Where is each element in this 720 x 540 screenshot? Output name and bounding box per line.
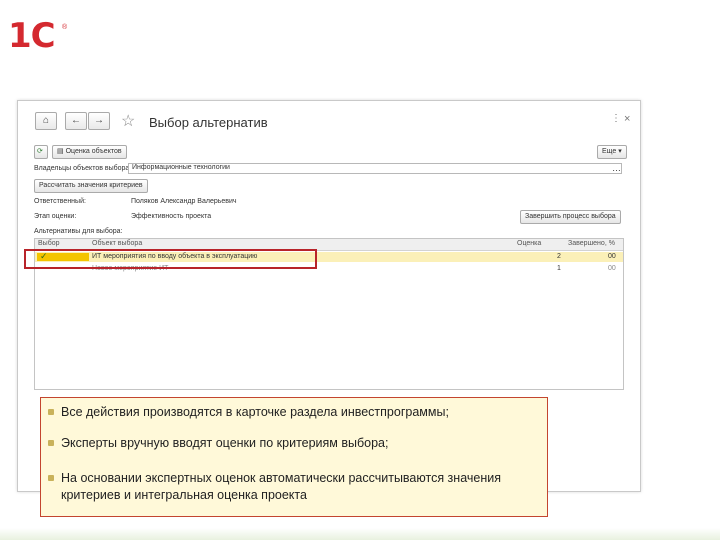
- owners-field[interactable]: Информационные технологии: [128, 163, 622, 174]
- home-icon: ⌂: [42, 115, 50, 126]
- star-icon[interactable]: ☆: [121, 111, 135, 131]
- note-item: На основании экспертных оценок автоматич…: [48, 470, 541, 504]
- more-icon[interactable]: ⋮: [611, 113, 621, 124]
- footer-band: [0, 528, 720, 540]
- objects-evaluation-label: Оценка объектов: [65, 148, 122, 155]
- arrow-left-icon: ←: [71, 115, 81, 126]
- score-cell: 2: [557, 253, 561, 260]
- alternatives-label: Альтернативы для выбора:: [34, 228, 123, 235]
- note-text: На основании экспертных оценок автоматич…: [61, 471, 501, 502]
- column-header-object[interactable]: Объект выбора: [92, 240, 142, 247]
- responsible-value: Поляков Александр Валерьевич: [131, 198, 237, 205]
- note-text: Все действия производятся в карточке раз…: [61, 405, 449, 419]
- select-icon[interactable]: …: [612, 163, 621, 173]
- logo-text: 1С: [8, 16, 56, 56]
- close-icon[interactable]: ×: [624, 113, 630, 125]
- objects-evaluation-button[interactable]: ▤ Оценка объектов: [52, 145, 127, 159]
- bullet-icon: [48, 475, 54, 481]
- column-header-score[interactable]: Оценка: [517, 240, 541, 247]
- logo-registered-mark: ®: [62, 24, 68, 31]
- score-cell: 1: [557, 265, 561, 272]
- note-item: Эксперты вручную вводят оценки по критер…: [48, 435, 541, 452]
- recalc-criteria-label: Рассчитать значения критериев: [39, 182, 143, 189]
- note-item: Все действия производятся в карточке раз…: [48, 404, 541, 421]
- more-actions-label: Еще: [602, 148, 617, 155]
- stage-label: Этап оценки:: [34, 213, 77, 220]
- finish-selection-button[interactable]: Завершить процесс выбора: [520, 210, 621, 224]
- arrow-right-icon: →: [94, 115, 104, 126]
- back-button[interactable]: ←: [65, 112, 87, 130]
- recalc-criteria-button[interactable]: Рассчитать значения критериев: [34, 179, 148, 193]
- stage-value: Эффективность проекта: [131, 213, 212, 220]
- column-header-choice[interactable]: Выбор: [38, 240, 60, 247]
- done-cell: 00: [608, 253, 616, 260]
- home-button[interactable]: ⌂: [35, 112, 57, 130]
- column-header-done[interactable]: Завершено, %: [568, 240, 615, 247]
- owners-label: Владельцы объектов выбора:: [34, 165, 132, 172]
- note-text: Эксперты вручную вводят оценки по критер…: [61, 436, 389, 450]
- window-title: Выбор альтернатив: [149, 115, 268, 130]
- report-icon: ▤: [57, 148, 66, 155]
- notes-callout: Все действия производятся в карточке раз…: [40, 397, 548, 517]
- forward-button[interactable]: →: [88, 112, 110, 130]
- bullet-icon: [48, 440, 54, 446]
- bullet-icon: [48, 409, 54, 415]
- responsible-label: Ответственный:: [34, 198, 86, 205]
- owners-value: Информационные технологии: [132, 164, 230, 171]
- refresh-icon: ⟳: [37, 148, 43, 155]
- finish-selection-label: Завершить процесс выбора: [525, 213, 616, 220]
- done-cell: 00: [608, 265, 616, 272]
- more-actions-button[interactable]: Еще ▾: [597, 145, 627, 159]
- highlight-frame: [24, 249, 317, 269]
- refresh-button[interactable]: ⟳: [34, 145, 48, 159]
